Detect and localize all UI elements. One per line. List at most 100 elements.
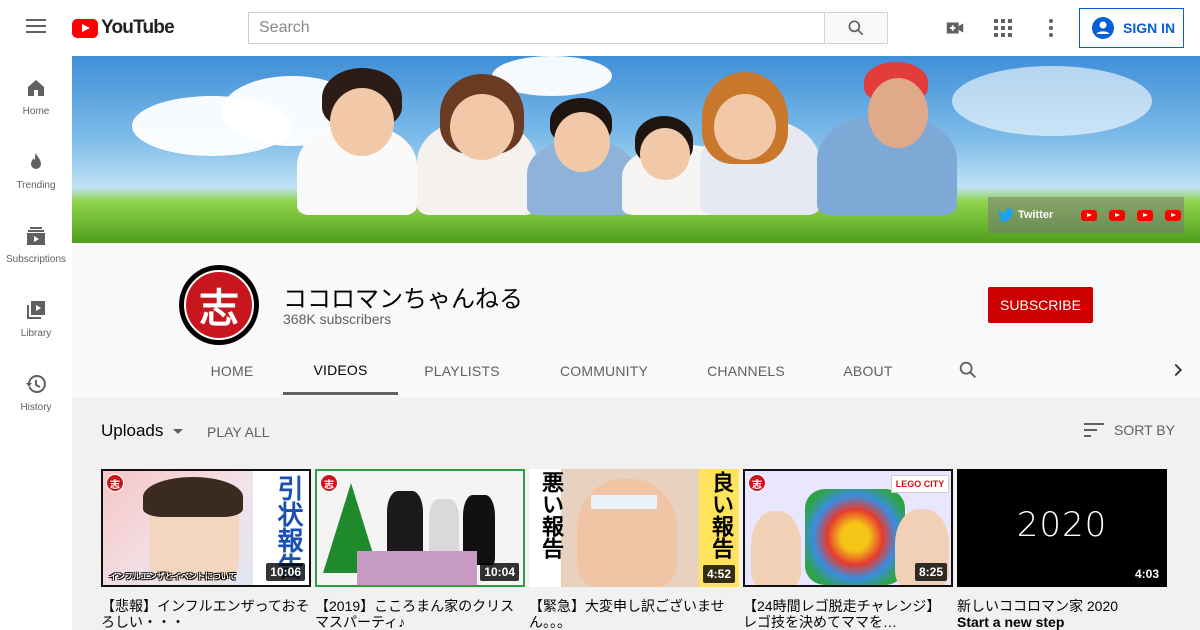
- video-thumbnail[interactable]: 2020 4:03: [957, 469, 1167, 587]
- banner-person-face: [450, 94, 514, 160]
- guide-label-subscriptions: Subscriptions: [5, 254, 67, 265]
- uploads-label: Uploads: [101, 421, 164, 440]
- thumbnail-overlay-text: 悪い報告: [539, 471, 564, 559]
- youtube-logo-icon: [72, 18, 98, 38]
- tab-playlists[interactable]: PLAYLISTS: [409, 347, 515, 395]
- history-icon: [26, 375, 46, 393]
- search-input[interactable]: [248, 12, 824, 44]
- thumbnail-brand-box: LEGO CITY: [891, 475, 949, 493]
- guide-item-history[interactable]: History: [0, 352, 72, 426]
- sign-in-label: SIGN IN: [1123, 20, 1176, 36]
- video-thumbnail[interactable]: 志 10:04: [315, 469, 525, 587]
- channel-search-icon[interactable]: [957, 359, 979, 386]
- thumbnail-overlay-text: 良い報告: [709, 471, 734, 559]
- video-card[interactable]: 悪い報告 良い報告 4:52 【緊急】大変申し訳ございません。。。: [529, 469, 739, 630]
- thumbnail-figure-hair: [143, 477, 243, 517]
- channel-banner: Twitter: [72, 56, 1200, 243]
- tab-community[interactable]: COMMUNITY: [544, 347, 664, 395]
- thumbnail-figure: [751, 511, 801, 585]
- guide-item-library[interactable]: Library: [0, 278, 72, 352]
- guide-label-trending: Trending: [16, 180, 56, 191]
- channel-avatar: 志: [179, 265, 259, 345]
- uploads-dropdown[interactable]: Uploads: [101, 421, 184, 441]
- youtube-link-icon[interactable]: [1165, 209, 1182, 221]
- tab-home[interactable]: HOME: [179, 347, 285, 395]
- video-duration: 10:04: [480, 563, 519, 581]
- channel-badge-icon: 志: [748, 474, 766, 492]
- home-icon: [28, 80, 44, 96]
- thumbnail-cooling-pad: [591, 495, 657, 509]
- thumbnail-caption: インフルエンザとイベントについて: [109, 572, 237, 581]
- fire-icon: [31, 153, 41, 169]
- thumbnail-year-text: 2020: [1016, 505, 1108, 545]
- youtube-logo[interactable]: YouTube: [72, 17, 175, 39]
- video-duration: 8:25: [914, 563, 947, 581]
- guide-label-history: History: [20, 402, 52, 413]
- sort-by-label: SORT BY: [1114, 422, 1175, 438]
- create-video-icon[interactable]: [943, 16, 967, 40]
- video-title[interactable]: 【緊急】大変申し訳ございません。。。: [529, 598, 739, 630]
- video-thumbnail[interactable]: 悪い報告 良い報告 4:52: [529, 469, 739, 587]
- video-thumbnail[interactable]: LEGO CITY 志 8:25: [743, 469, 953, 587]
- banner-person-face: [330, 88, 394, 156]
- search-icon: [848, 20, 864, 36]
- banner-person-face: [640, 128, 690, 180]
- tab-about[interactable]: ABOUT: [828, 347, 908, 395]
- subscribe-button[interactable]: SUBSCRIBE: [988, 287, 1093, 323]
- video-title[interactable]: 新しいココロマン家 2020 Start a new step: [957, 598, 1167, 630]
- video-title-text: 新しいココロマン家 2020: [957, 598, 1119, 614]
- video-thumbnail[interactable]: 引状報告 インフルエンザとイベントについて 志 10:06: [101, 469, 311, 587]
- youtube-link-icon[interactable]: [1109, 209, 1126, 221]
- video-card[interactable]: 2020 4:03 新しいココロマン家 2020 Start a new ste…: [957, 469, 1167, 630]
- video-title[interactable]: 【2019】こころまん家のクリスマスパーティ♪: [315, 598, 525, 630]
- video-duration: 4:03: [1130, 565, 1163, 583]
- twitter-icon[interactable]: [998, 208, 1014, 222]
- channel-header: 志 ココロマンちゃんねる 368K subscribers SUBSCRIBE …: [72, 243, 1200, 397]
- video-duration: 4:52: [702, 565, 735, 583]
- more-settings-icon[interactable]: [1039, 16, 1063, 40]
- youtube-link-icon[interactable]: [1081, 209, 1098, 221]
- banner-person-face: [714, 94, 776, 160]
- search-button[interactable]: [824, 12, 888, 44]
- sign-in-button[interactable]: SIGN IN: [1079, 8, 1184, 48]
- guide-item-subscriptions[interactable]: Subscriptions: [0, 204, 72, 278]
- play-all-button[interactable]: PLAY ALL: [207, 424, 270, 440]
- subscriptions-icon: [27, 227, 45, 245]
- twitter-link[interactable]: Twitter: [1018, 209, 1053, 221]
- video-duration: 10:06: [266, 563, 305, 581]
- sort-icon: [1084, 423, 1104, 437]
- video-card[interactable]: 引状報告 インフルエンザとイベントについて 志 10:06 【悲報】インフルエン…: [101, 469, 311, 630]
- tab-videos[interactable]: VIDEOS: [283, 347, 398, 395]
- video-title[interactable]: 【悲報】インフルエンザっておそろしい・・・: [101, 598, 311, 630]
- channel-avatar-inner: 志: [184, 270, 254, 340]
- banner-person-face: [554, 112, 610, 172]
- channel-badge-icon: 志: [106, 474, 124, 492]
- subscriber-count: 368K subscribers: [283, 311, 392, 327]
- banner-cloud: [952, 66, 1152, 136]
- banner-person-face: [868, 78, 928, 148]
- chevron-right-icon[interactable]: [1167, 359, 1189, 386]
- banner-links: Twitter: [988, 197, 1184, 233]
- channel-badge-icon: 志: [320, 474, 338, 492]
- thumbnail-lego-pile: [805, 489, 905, 585]
- guide-label-library: Library: [20, 328, 52, 339]
- guide-label-home: Home: [22, 106, 50, 117]
- tab-channels[interactable]: CHANNELS: [691, 347, 801, 395]
- caret-down-icon: [173, 428, 184, 434]
- channel-avatar-glyph: 志: [199, 285, 239, 332]
- menu-icon[interactable]: [24, 16, 48, 40]
- sort-by-button[interactable]: SORT BY: [1084, 422, 1175, 438]
- thumbnail-gifts: [357, 551, 477, 585]
- video-title[interactable]: 【24時間レゴ脱走チャレンジ】レゴ技を決めてママを…: [743, 598, 953, 630]
- video-card[interactable]: 志 10:04 【2019】こころまん家のクリスマスパーティ♪: [315, 469, 525, 630]
- video-card[interactable]: LEGO CITY 志 8:25 【24時間レゴ脱走チャレンジ】レゴ技を決めてマ…: [743, 469, 953, 630]
- apps-icon[interactable]: [991, 16, 1015, 40]
- guide-item-trending[interactable]: Trending: [0, 130, 72, 204]
- youtube-link-icon[interactable]: [1137, 209, 1154, 221]
- account-circle-icon: [1092, 17, 1114, 39]
- youtube-logo-text: YouTube: [101, 17, 175, 38]
- guide-item-home[interactable]: Home: [0, 56, 72, 130]
- library-icon: [27, 301, 45, 319]
- channel-name: ココロマンちゃんねる: [283, 286, 523, 313]
- videos-section: Uploads PLAY ALL SORT BY 引状報告 インフルエンザとイベ…: [72, 397, 1200, 630]
